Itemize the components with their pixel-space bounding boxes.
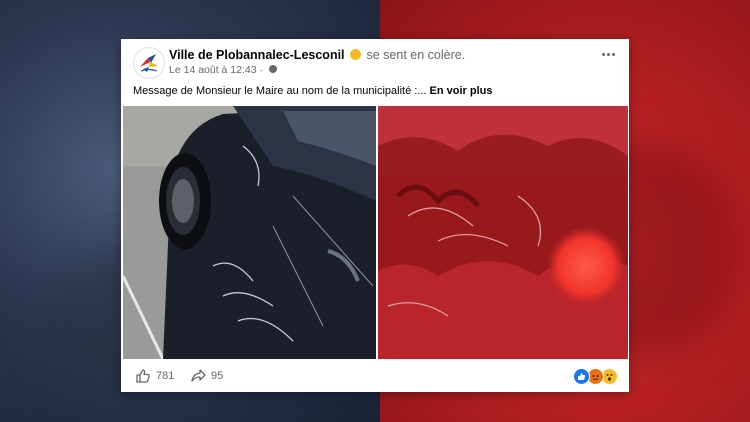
post-photo-red-car-body[interactable]	[378, 106, 628, 359]
page-avatar[interactable]	[133, 47, 165, 79]
facebook-post-card: Ville de Plobannalec-Lesconil se sent en…	[121, 39, 629, 392]
thumbs-up-icon[interactable]	[135, 368, 151, 384]
more-options-icon[interactable]	[602, 53, 615, 56]
red-bodywork-illustration	[378, 106, 628, 359]
share-count[interactable]: 95	[211, 370, 223, 382]
municipality-logo-icon	[140, 54, 158, 72]
post-timestamp[interactable]: Le 14 août à 12:43 ·	[169, 64, 266, 76]
post-engagement-bar: 781 95	[121, 361, 629, 392]
car-photo-illustration	[123, 106, 376, 359]
like-reaction-icon	[573, 368, 590, 385]
post-message: Message de Monsieur le Maire au nom de l…	[133, 85, 493, 97]
reaction-summary[interactable]	[573, 368, 619, 385]
angry-face-icon	[350, 49, 362, 60]
post-author-line: Ville de Plobannalec-Lesconil se sent en…	[169, 48, 465, 62]
feeling-text: se sent en colère.	[366, 48, 466, 62]
post-photo-car-scratches[interactable]	[123, 106, 376, 359]
post-meta: Le 14 août à 12:43 ·	[169, 64, 277, 76]
message-text: Message de Monsieur le Maire au nom de l…	[133, 85, 430, 97]
page-name-link[interactable]: Ville de Plobannalec-Lesconil	[169, 48, 345, 62]
see-more-link[interactable]: En voir plus	[430, 85, 493, 97]
share-arrow-icon[interactable]	[190, 367, 207, 384]
globe-icon	[268, 65, 277, 73]
like-count[interactable]: 781	[156, 370, 174, 382]
